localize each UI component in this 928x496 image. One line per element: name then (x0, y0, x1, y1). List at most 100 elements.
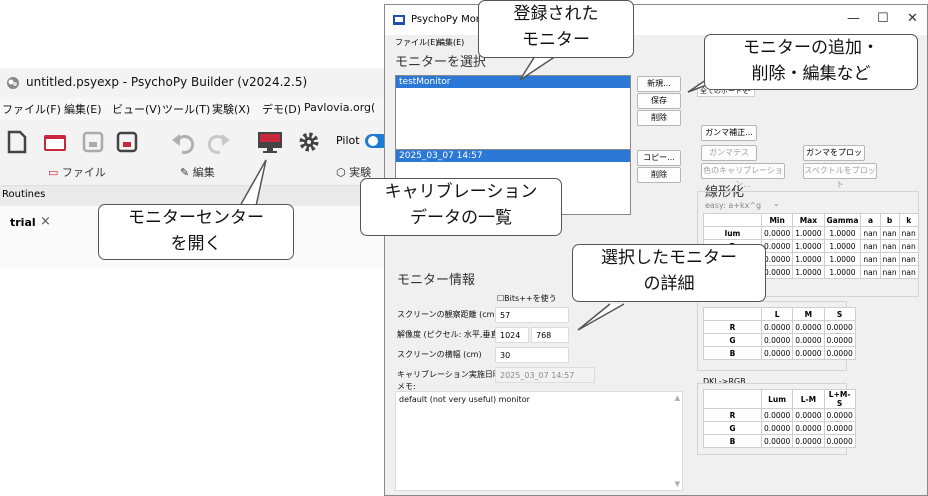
pilot-toggle[interactable] (364, 132, 384, 150)
table-cell[interactable]: 0.0000 (792, 421, 825, 435)
screen-width-field[interactable]: 30 (495, 347, 569, 363)
monitor-list-item[interactable]: testMonitor (396, 76, 630, 88)
gamma-calibration-button[interactable]: ガンマ補正... (701, 125, 757, 141)
open-folder-icon[interactable] (42, 130, 68, 154)
table-row: B 0.0000 0.0000 0.0000 (703, 346, 856, 360)
table-cell[interactable]: nan (860, 252, 881, 266)
table-cell[interactable]: 0.0000 (823, 346, 856, 360)
table-cell[interactable]: 1.0000 (823, 252, 862, 266)
menu-tools[interactable]: ツール(T) (162, 101, 210, 117)
settings-gear-icon[interactable] (298, 130, 320, 154)
menu-file-mc[interactable]: ファイル(E) (395, 37, 438, 48)
resolution-width-field[interactable]: 1024 (495, 327, 529, 343)
table-row: R 0.0000 0.0000 0.0000 (703, 320, 856, 334)
resolution-height-field[interactable]: 768 (531, 327, 569, 343)
scroll-up-icon[interactable]: ▲ (675, 394, 680, 402)
table-cell[interactable]: 0.0000 (760, 434, 794, 448)
screen-width-label: スクリーンの横幅 (cm) (397, 350, 482, 359)
menu-edit-mc[interactable]: 編集(E) (437, 37, 464, 48)
table-cell[interactable]: 0.0000 (792, 434, 825, 448)
table-cell[interactable]: 0.0000 (760, 320, 794, 334)
builder-menubar: ファイル(F) 編集(E) ビュー(V) ツール(T) 実験(X) デモ(D) … (0, 98, 384, 120)
table-cell[interactable]: 0.0000 (792, 320, 825, 334)
color-calibration-button[interactable]: 色のキャリブレーション... (701, 163, 785, 189)
table-cell[interactable]: nan (879, 239, 900, 253)
table-cell[interactable]: 0.0000 (760, 239, 794, 253)
gamma-test-button[interactable]: ガンマテスト... (701, 145, 757, 171)
table-cell[interactable]: 0.0000 (823, 421, 856, 435)
app-window-icon (393, 15, 405, 25)
menu-experiment[interactable]: 実験(X) (212, 101, 250, 117)
save-icon[interactable] (82, 130, 104, 154)
table-cell[interactable]: 1.0000 (792, 226, 825, 240)
delete-calibration-button[interactable]: 削除 (637, 167, 681, 183)
menu-pavlovia[interactable]: Pavlovia.org( (304, 101, 375, 114)
distance-field[interactable]: 57 (495, 307, 569, 323)
scroll-down-icon[interactable]: ▼ (675, 480, 680, 488)
row-label: G (703, 421, 762, 435)
table-cell[interactable]: nan (898, 265, 919, 279)
notes-textarea[interactable]: default (not very useful) monitor ▲ ▼ (395, 391, 683, 491)
table-cell[interactable]: nan (879, 265, 900, 279)
delete-monitor-button[interactable]: 削除 (637, 110, 681, 126)
monitor-center-icon[interactable] (256, 130, 284, 154)
table-cell[interactable]: 0.0000 (760, 333, 794, 347)
plot-spectra-button[interactable]: スペクトルをプロット (803, 163, 877, 189)
table-cell[interactable]: 1.0000 (792, 265, 825, 279)
bits-checkbox[interactable]: ☐Bits++を使う (497, 293, 557, 304)
table-cell[interactable]: 1.0000 (823, 239, 862, 253)
menu-demos[interactable]: デモ(D) (262, 101, 301, 117)
undo-icon[interactable] (170, 130, 196, 154)
calibration-list-item[interactable]: 2025_03_07 14:57 (396, 150, 630, 162)
table-cell[interactable]: nan (879, 226, 900, 240)
table-cell[interactable]: nan (898, 239, 919, 253)
table-cell[interactable]: 0.0000 (823, 408, 856, 422)
table-cell[interactable]: 0.0000 (760, 421, 794, 435)
monitor-info-section: モニター情報 (397, 273, 476, 288)
table-cell[interactable]: nan (860, 265, 881, 279)
table-cell[interactable]: 0.0000 (823, 320, 856, 334)
builder-titlebar: untitled.psyexp - PsychoPy Builder (v202… (0, 68, 384, 98)
table-cell[interactable]: nan (879, 252, 900, 266)
select-monitor-section: モニターを選択 (395, 55, 487, 70)
table-cell[interactable]: nan (860, 239, 881, 253)
table-cell[interactable]: nan (898, 226, 919, 240)
plot-gamma-button[interactable]: ガンマをプロット (803, 145, 865, 171)
menu-view[interactable]: ビュー(V) (112, 101, 161, 117)
table-cell[interactable]: 0.0000 (792, 408, 825, 422)
table-cell[interactable]: 0.0000 (823, 333, 856, 347)
table-cell[interactable]: 0.0000 (792, 346, 825, 360)
save-as-icon[interactable] (116, 130, 138, 154)
table-cell[interactable]: nan (860, 226, 881, 240)
table-cell[interactable]: 1.0000 (792, 252, 825, 266)
table-cell[interactable]: 0.0000 (823, 434, 856, 448)
table-cell[interactable]: 0.0000 (792, 333, 825, 347)
menu-file[interactable]: ファイル(F) (2, 101, 61, 117)
tab-close-icon[interactable]: × (40, 214, 51, 229)
copy-calibration-button[interactable]: コピー... (637, 150, 681, 166)
table-cell[interactable]: 1.0000 (823, 265, 862, 279)
gamma-header-cell (703, 213, 762, 227)
save-monitor-button[interactable]: 保存 (637, 93, 681, 109)
maximize-icon[interactable]: ☐ (877, 11, 889, 26)
table-cell[interactable]: 1.0000 (792, 239, 825, 253)
close-icon[interactable]: ✕ (907, 11, 918, 26)
new-monitor-button[interactable]: 新規... (637, 76, 681, 92)
new-file-icon[interactable] (6, 130, 28, 154)
menu-edit[interactable]: 編集(E) (64, 101, 102, 117)
table-cell[interactable]: 0.0000 (760, 252, 794, 266)
table-cell[interactable]: 0.0000 (760, 408, 794, 422)
redo-icon[interactable] (206, 130, 232, 154)
row-label: B (703, 346, 762, 360)
tab-trial[interactable]: trial (10, 216, 36, 229)
table-cell[interactable]: 0.0000 (760, 265, 794, 279)
dkl-header-cell (703, 389, 762, 409)
row-label: lum (703, 226, 762, 240)
linearize-method-select[interactable]: easy: a+kx^g (705, 201, 761, 210)
table-cell[interactable]: nan (898, 252, 919, 266)
table-cell[interactable]: 1.0000 (823, 226, 862, 240)
notes-text: default (not very useful) monitor (399, 395, 530, 404)
table-cell[interactable]: 0.0000 (760, 226, 794, 240)
table-cell[interactable]: 0.0000 (760, 346, 794, 360)
minimize-icon[interactable]: — (847, 11, 860, 26)
